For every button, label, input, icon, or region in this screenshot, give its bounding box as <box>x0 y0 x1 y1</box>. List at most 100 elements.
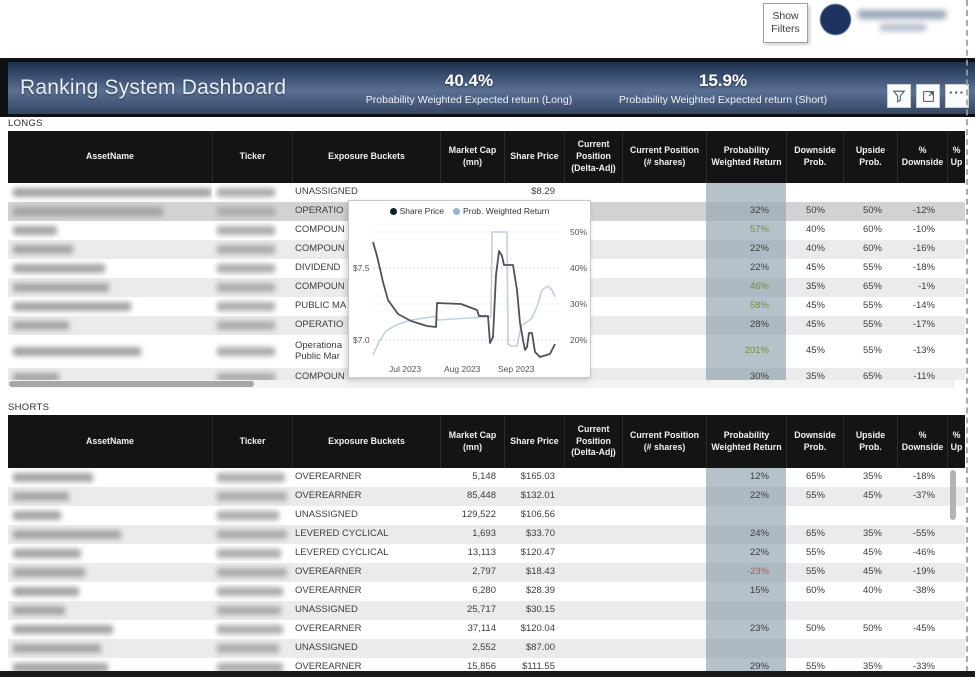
name-redacted-blur <box>13 373 59 380</box>
table-row[interactable]: OVEREARNER37,114$120.0423%50%50%-45% <box>8 620 965 639</box>
market-cap-cell: 37,114 <box>440 620 504 639</box>
pct-upside-cell <box>947 368 965 380</box>
downside-prob-cell: 65% <box>786 468 843 487</box>
asset-name-cell <box>8 316 212 335</box>
show-filters-button[interactable]: Show Filters <box>763 3 808 43</box>
pct-upside-cell <box>947 620 965 639</box>
column-header-current-position-shares[interactable]: Current Position (# shares) <box>622 415 706 468</box>
name-redacted-blur <box>13 492 69 501</box>
column-header-assetname[interactable]: AssetName <box>8 415 212 468</box>
pct-upside-cell <box>947 639 965 658</box>
market-cap-cell: 15,856 <box>440 658 504 672</box>
downside-prob-cell: 45% <box>786 335 843 368</box>
ticker-redacted-blur <box>217 587 283 596</box>
table-row[interactable]: LEVERED CYCLICAL1,693$33.7024%65%35%-55% <box>8 525 965 544</box>
prob-weighted-return-cell: 46% <box>706 278 786 297</box>
column-header-share-price[interactable]: Share Price <box>504 415 564 468</box>
column-header-downside[interactable]: % Downside <box>897 131 947 183</box>
table-row[interactable]: LEVERED CYCLICAL13,113$120.4722%55%45%-4… <box>8 544 965 563</box>
dashboard-banner: Ranking System Dashboard 40.4% Probabili… <box>0 58 975 117</box>
ticker-redacted-blur <box>217 511 279 520</box>
upside-prob-cell: 35% <box>843 525 897 544</box>
pct-upside-cell <box>947 658 965 672</box>
column-header-probability-weighted-return[interactable]: Probability Weighted Return <box>706 415 786 468</box>
share-price-legend-dot <box>390 208 397 215</box>
table-row[interactable]: OVEREARNER6,280$28.3915%60%40%-38% <box>8 582 965 601</box>
table-row[interactable]: UNASSIGNED25,717$30.15 <box>8 601 965 620</box>
column-header-upside-prob[interactable]: Upside Prob. <box>843 131 897 183</box>
ticker-cell <box>212 368 292 380</box>
shorts-vertical-scrollbar[interactable] <box>950 470 956 520</box>
column-header-assetname[interactable]: AssetName <box>8 131 212 183</box>
page-title: Ranking System Dashboard <box>8 62 360 114</box>
pct-downside-cell: -13% <box>897 335 947 368</box>
column-header-current-position-shares[interactable]: Current Position (# shares) <box>622 131 706 183</box>
upside-prob-cell: 55% <box>843 316 897 335</box>
ticker-cell <box>212 468 292 487</box>
filter-icon-button[interactable] <box>887 84 911 108</box>
table-row[interactable]: UNASSIGNED129,522$106.56 <box>8 506 965 525</box>
prob-weighted-return-cell: 57% <box>706 221 786 240</box>
table-row[interactable]: UNASSIGNED2,552$87.00 <box>8 639 965 658</box>
ticker-redacted-blur <box>217 245 275 254</box>
share-price-cell: $132.01 <box>504 487 564 506</box>
longs-scrollbar-thumb[interactable] <box>9 381 254 387</box>
column-header-share-price[interactable]: Share Price <box>504 131 564 183</box>
visual-resize-border[interactable] <box>966 0 968 672</box>
downside-prob-cell: 45% <box>786 259 843 278</box>
column-header-probability-weighted-return[interactable]: Probability Weighted Return <box>706 131 786 183</box>
upside-prob-cell: 55% <box>843 259 897 278</box>
column-header-up[interactable]: % Up <box>947 131 965 183</box>
table-row[interactable]: OVEREARNER5,148$165.0312%65%35%-18% <box>8 468 965 487</box>
asset-name-cell <box>8 506 212 525</box>
column-header-market-cap-mn[interactable]: Market Cap (mn) <box>440 131 504 183</box>
share-price-cell: $165.03 <box>504 468 564 487</box>
pct-downside-cell: -19% <box>897 563 947 582</box>
asset-name-cell <box>8 259 212 278</box>
share-price-cell: $120.47 <box>504 544 564 563</box>
column-header-market-cap-mn[interactable]: Market Cap (mn) <box>440 415 504 468</box>
table-row[interactable]: OVEREARNER15,856$111.5529%55%35%-33% <box>8 658 965 672</box>
column-header-ticker[interactable]: Ticker <box>212 415 292 468</box>
column-header-exposure-buckets[interactable]: Exposure Buckets <box>292 131 440 183</box>
current-position-cell <box>564 582 622 601</box>
prob-weighted-return-cell: 28% <box>706 316 786 335</box>
current-position-cell <box>564 544 622 563</box>
current-position-cell <box>564 468 622 487</box>
longs-horizontal-scrollbar[interactable] <box>8 380 955 388</box>
column-header-current-position-delta-adj[interactable]: Current Position (Delta-Adj) <box>564 131 622 183</box>
name-redacted-blur <box>13 226 57 235</box>
column-header-ticker[interactable]: Ticker <box>212 131 292 183</box>
company-logo-subtext-blurred <box>880 24 926 31</box>
pct-downside-cell: -17% <box>897 316 947 335</box>
current-shares-cell <box>622 368 706 380</box>
share-price-legend-label: Share Price <box>400 206 444 216</box>
asset-name-cell <box>8 601 212 620</box>
pct-downside-cell <box>897 183 947 202</box>
downside-prob-cell: 40% <box>786 221 843 240</box>
exposure-bucket-cell: OVEREARNER <box>292 468 440 487</box>
upside-prob-cell: 45% <box>843 544 897 563</box>
kpi-short-return: 15.9% Probability Weighted Expected retu… <box>578 62 868 114</box>
longs-table-header: AssetNameTickerExposure BucketsMarket Ca… <box>8 131 965 183</box>
current-shares-cell <box>622 297 706 316</box>
column-header-upside-prob[interactable]: Upside Prob. <box>843 415 897 468</box>
table-row[interactable]: OVEREARNER2,797$18.43-23%55%45%-19% <box>8 563 965 582</box>
upside-prob-cell: 50% <box>843 620 897 639</box>
table-row[interactable]: OVEREARNER85,448$132.0122%55%45%-37% <box>8 487 965 506</box>
downside-prob-cell <box>786 601 843 620</box>
column-header-downside-prob[interactable]: Downside Prob. <box>786 415 843 468</box>
column-header-downside[interactable]: % Downside <box>897 415 947 468</box>
upside-prob-cell <box>843 639 897 658</box>
ticker-redacted-blur <box>217 606 281 615</box>
asset-name-cell <box>8 582 212 601</box>
column-header-up[interactable]: % Up <box>947 415 965 468</box>
downside-prob-cell: 45% <box>786 316 843 335</box>
focus-mode-button[interactable] <box>916 84 940 108</box>
upside-prob-cell: 55% <box>843 297 897 316</box>
column-header-current-position-delta-adj[interactable]: Current Position (Delta-Adj) <box>564 415 622 468</box>
column-header-exposure-buckets[interactable]: Exposure Buckets <box>292 415 440 468</box>
name-redacted-blur <box>13 511 61 520</box>
column-header-downside-prob[interactable]: Downside Prob. <box>786 131 843 183</box>
kpi-short-label: Probability Weighted Expected return (Sh… <box>619 94 827 106</box>
